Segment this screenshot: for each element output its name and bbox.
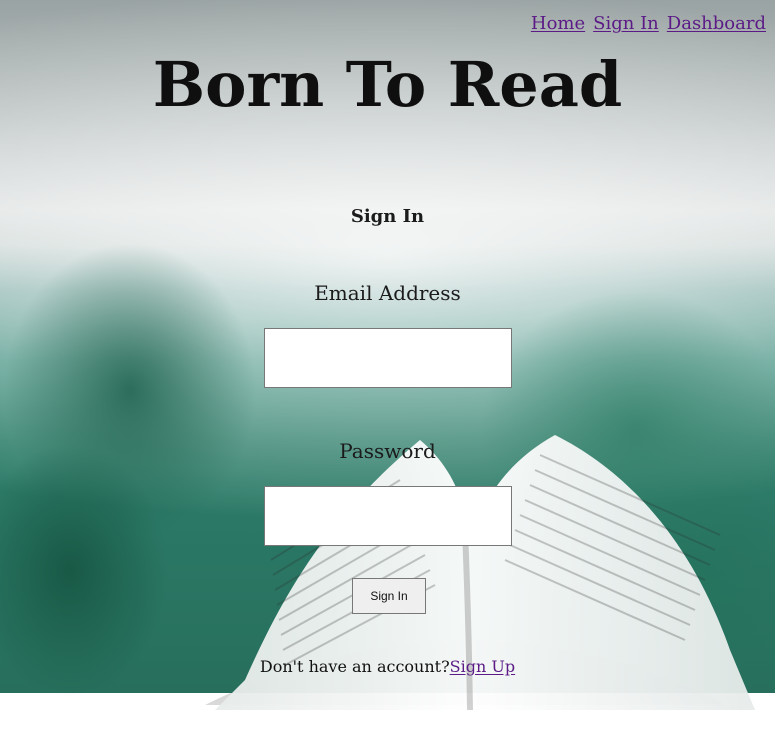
sign-in-title: Sign In bbox=[350, 206, 425, 227]
top-nav: Home Sign In Dashboard bbox=[531, 13, 766, 35]
nav-sign-in-link[interactable]: Sign In bbox=[593, 13, 659, 35]
email-input[interactable] bbox=[264, 328, 512, 388]
nav-home-link[interactable]: Home bbox=[531, 13, 585, 35]
sign-up-link[interactable]: Sign Up bbox=[450, 657, 515, 676]
signup-prompt: Don't have an account?Sign Up bbox=[0, 657, 775, 677]
password-input[interactable] bbox=[264, 486, 512, 546]
nav-dashboard-link[interactable]: Dashboard bbox=[667, 13, 766, 35]
password-label: Password bbox=[339, 439, 436, 463]
site-title: Born To Read bbox=[152, 48, 623, 121]
signup-prompt-text: Don't have an account? bbox=[259, 657, 450, 676]
email-label: Email Address bbox=[314, 281, 461, 305]
sign-in-button[interactable]: Sign In bbox=[352, 578, 426, 614]
